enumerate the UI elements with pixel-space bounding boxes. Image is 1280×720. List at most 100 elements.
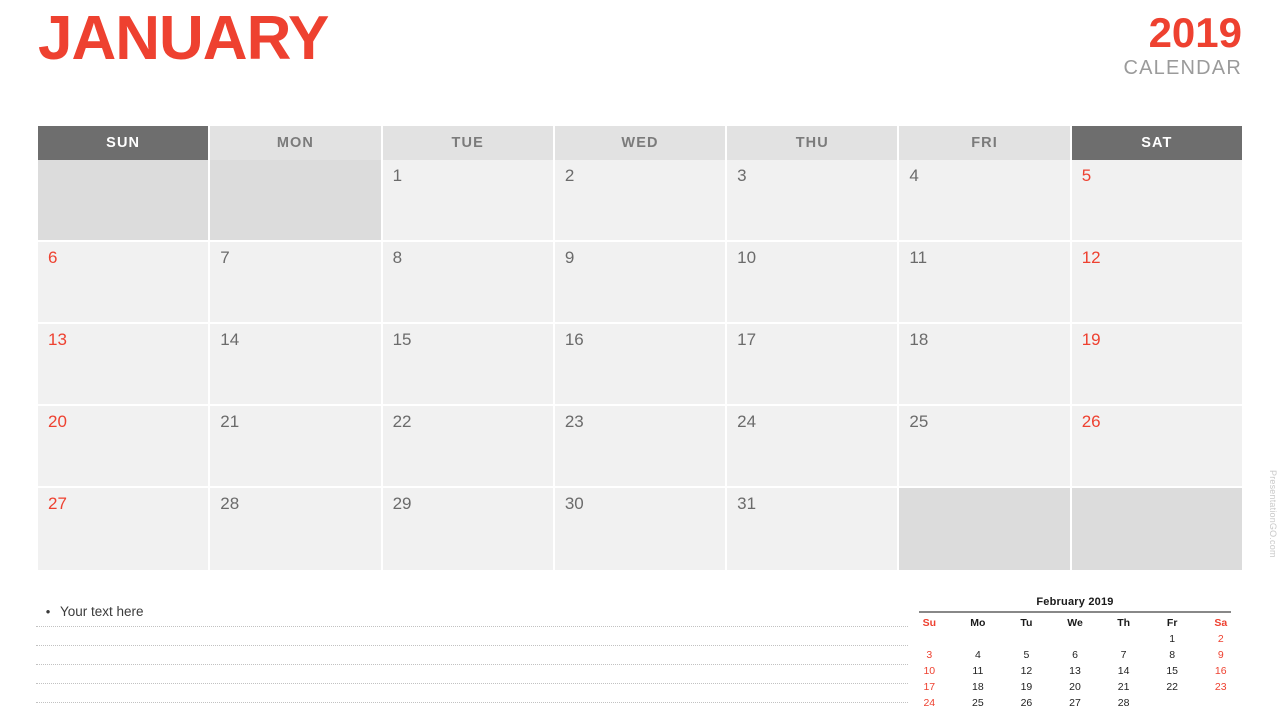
mini-calendar-week-row: 12 bbox=[905, 631, 1245, 647]
notes-area[interactable]: • Your text here bbox=[36, 604, 908, 703]
weekday-header-sat: SAT bbox=[1071, 126, 1242, 160]
mini-calendar-day-cell[interactable]: 6 bbox=[1051, 647, 1100, 663]
mini-calendar-day-cell[interactable]: 20 bbox=[1051, 679, 1100, 695]
calendar-day-cell[interactable]: 31 bbox=[727, 488, 900, 570]
mini-calendar-day-cell[interactable]: 24 bbox=[905, 695, 954, 711]
weekday-header-thu: THU bbox=[727, 126, 900, 160]
mini-calendar-cell-empty bbox=[954, 631, 1003, 647]
mini-calendar-day-cell[interactable]: 22 bbox=[1148, 679, 1197, 695]
calendar-day-cell[interactable]: 16 bbox=[554, 324, 728, 406]
calendar-week-row: 20 21 22 23 24 25 26 bbox=[38, 406, 1242, 488]
mini-calendar-day-cell[interactable]: 8 bbox=[1148, 647, 1197, 663]
calendar-day-cell[interactable]: 20 bbox=[38, 406, 211, 488]
weekday-header-row: SUN MON TUE WED THU FRI SAT bbox=[38, 126, 1242, 160]
watermark: PresentationGO.com bbox=[1268, 470, 1278, 558]
calendar-subtitle: CALENDAR bbox=[1123, 57, 1242, 79]
calendar-day-cell[interactable]: 7 bbox=[210, 242, 383, 324]
mini-calendar-day-cell[interactable]: 19 bbox=[1002, 679, 1051, 695]
weekday-header-fri: FRI bbox=[899, 126, 1072, 160]
mini-calendar-day-cell[interactable]: 26 bbox=[1002, 695, 1051, 711]
calendar-day-cell[interactable]: 3 bbox=[727, 160, 900, 242]
mini-calendar-rule bbox=[919, 611, 1231, 613]
mini-calendar-day-cell[interactable]: 4 bbox=[954, 647, 1003, 663]
mini-calendar-body: 1 2 3 4 5 6 7 8 9 10 11 12 13 14 15 16 17 18 19 20 21 22 23 24 2… bbox=[905, 631, 1245, 711]
calendar-day-cell[interactable]: 23 bbox=[554, 406, 728, 488]
mini-calendar-day-cell[interactable]: 14 bbox=[1099, 663, 1148, 679]
mini-calendar-cell-empty bbox=[1148, 695, 1197, 711]
year-number: 2019 bbox=[1148, 9, 1242, 56]
calendar-day-cell[interactable]: 22 bbox=[382, 406, 555, 488]
mini-calendar-day-cell[interactable]: 7 bbox=[1099, 647, 1148, 663]
notes-ruled-line[interactable] bbox=[36, 665, 908, 684]
mini-calendar-day-cell[interactable]: 16 bbox=[1196, 663, 1245, 679]
mini-calendar-day-cell[interactable]: 13 bbox=[1051, 663, 1100, 679]
calendar-day-cell[interactable]: 6 bbox=[38, 242, 211, 324]
calendar-day-cell[interactable]: 13 bbox=[38, 324, 211, 406]
mini-calendar-day-cell[interactable]: 11 bbox=[954, 663, 1003, 679]
calendar-day-cell[interactable]: 12 bbox=[1071, 242, 1242, 324]
mini-calendar-day-cell[interactable]: 5 bbox=[1002, 647, 1051, 663]
calendar-day-cell[interactable]: 29 bbox=[382, 488, 555, 570]
mini-calendar-day-cell[interactable]: 25 bbox=[954, 695, 1003, 711]
mini-calendar-week-row: 24 25 26 27 28 bbox=[905, 695, 1245, 711]
calendar-day-cell[interactable]: 21 bbox=[210, 406, 383, 488]
mini-calendar-day-cell[interactable]: 12 bbox=[1002, 663, 1051, 679]
calendar-cell-empty bbox=[38, 160, 211, 242]
calendar-week-row: 6 7 8 9 10 11 12 bbox=[38, 242, 1242, 324]
weekday-header-sun: SUN bbox=[38, 126, 211, 160]
notes-ruled-line[interactable] bbox=[36, 627, 908, 646]
mini-weekday-header-row: Su Mo Tu We Th Fr Sa bbox=[905, 615, 1245, 631]
calendar-day-cell[interactable]: 28 bbox=[210, 488, 383, 570]
calendar-day-cell[interactable]: 8 bbox=[382, 242, 555, 324]
mini-calendar-day-cell[interactable]: 9 bbox=[1196, 647, 1245, 663]
calendar-day-cell[interactable]: 30 bbox=[554, 488, 728, 570]
calendar-cell-empty bbox=[210, 160, 383, 242]
mini-weekday-header-su: Su bbox=[922, 617, 936, 629]
calendar-day-cell[interactable]: 9 bbox=[554, 242, 728, 324]
mini-weekday-header-tu: Tu bbox=[1020, 617, 1033, 629]
calendar-day-cell[interactable]: 17 bbox=[727, 324, 900, 406]
calendar-day-cell[interactable]: 15 bbox=[382, 324, 555, 406]
mini-weekday-header-fr: Fr bbox=[1166, 617, 1178, 629]
weekday-header-tue: TUE bbox=[382, 126, 555, 160]
mini-calendar-day-cell[interactable]: 17 bbox=[905, 679, 954, 695]
mini-weekday-header-mo: Mo bbox=[970, 617, 986, 629]
notes-ruled-line[interactable] bbox=[36, 684, 908, 703]
mini-calendar-day-cell[interactable]: 28 bbox=[1099, 695, 1148, 711]
calendar-day-cell[interactable]: 4 bbox=[899, 160, 1072, 242]
calendar-day-cell[interactable]: 19 bbox=[1071, 324, 1242, 406]
mini-calendar-day-cell[interactable]: 10 bbox=[905, 663, 954, 679]
mini-calendar-cell-empty bbox=[1196, 695, 1245, 711]
mini-calendar-day-cell[interactable]: 23 bbox=[1196, 679, 1245, 695]
mini-calendar-week-row: 10 11 12 13 14 15 16 bbox=[905, 663, 1245, 679]
mini-calendar-week-row: 3456789 bbox=[905, 647, 1245, 663]
calendar-day-cell[interactable]: 26 bbox=[1071, 406, 1242, 488]
mini-calendar-title: February 2019 bbox=[1036, 596, 1114, 608]
year-block: 2019 CALENDAR bbox=[1123, 12, 1242, 81]
mini-calendar: February 2019 Su Mo Tu We Th Fr Sa 1 2 3 4 5 6 7 8 9 10… bbox=[905, 596, 1245, 711]
notes-text[interactable]: Your text here bbox=[60, 604, 144, 619]
mini-calendar-day-cell[interactable]: 18 bbox=[954, 679, 1003, 695]
notes-first-line[interactable]: • Your text here bbox=[36, 604, 908, 626]
mini-calendar-day-cell[interactable]: 15 bbox=[1148, 663, 1197, 679]
calendar-day-cell[interactable]: 11 bbox=[899, 242, 1072, 324]
mini-calendar-day-cell[interactable]: 21 bbox=[1099, 679, 1148, 695]
calendar-body: 1 2 3 4 5 6 7 8 9 10 11 12 13 14 15 16 17 18 19 20 21 22 23 24 2… bbox=[38, 160, 1242, 570]
notes-ruled-line[interactable] bbox=[36, 646, 908, 665]
calendar-day-cell[interactable]: 24 bbox=[727, 406, 900, 488]
mini-calendar-day-cell[interactable]: 1 bbox=[1148, 631, 1197, 647]
calendar-day-cell[interactable]: 5 bbox=[1071, 160, 1242, 242]
mini-calendar-week-row: 17 18 19 20 21 22 23 bbox=[905, 679, 1245, 695]
calendar-day-cell[interactable]: 14 bbox=[210, 324, 383, 406]
mini-calendar-day-cell[interactable]: 27 bbox=[1051, 695, 1100, 711]
calendar-day-cell[interactable]: 25 bbox=[899, 406, 1072, 488]
weekday-header-mon: MON bbox=[210, 126, 383, 160]
calendar-day-cell[interactable]: 27 bbox=[38, 488, 211, 570]
calendar-day-cell[interactable]: 2 bbox=[554, 160, 728, 242]
calendar-day-cell[interactable]: 18 bbox=[899, 324, 1072, 406]
calendar-day-cell[interactable]: 10 bbox=[727, 242, 900, 324]
mini-weekday-header-we: We bbox=[1067, 617, 1083, 629]
calendar-day-cell[interactable]: 1 bbox=[382, 160, 555, 242]
mini-calendar-day-cell[interactable]: 3 bbox=[905, 647, 954, 663]
mini-calendar-day-cell[interactable]: 2 bbox=[1196, 631, 1245, 647]
